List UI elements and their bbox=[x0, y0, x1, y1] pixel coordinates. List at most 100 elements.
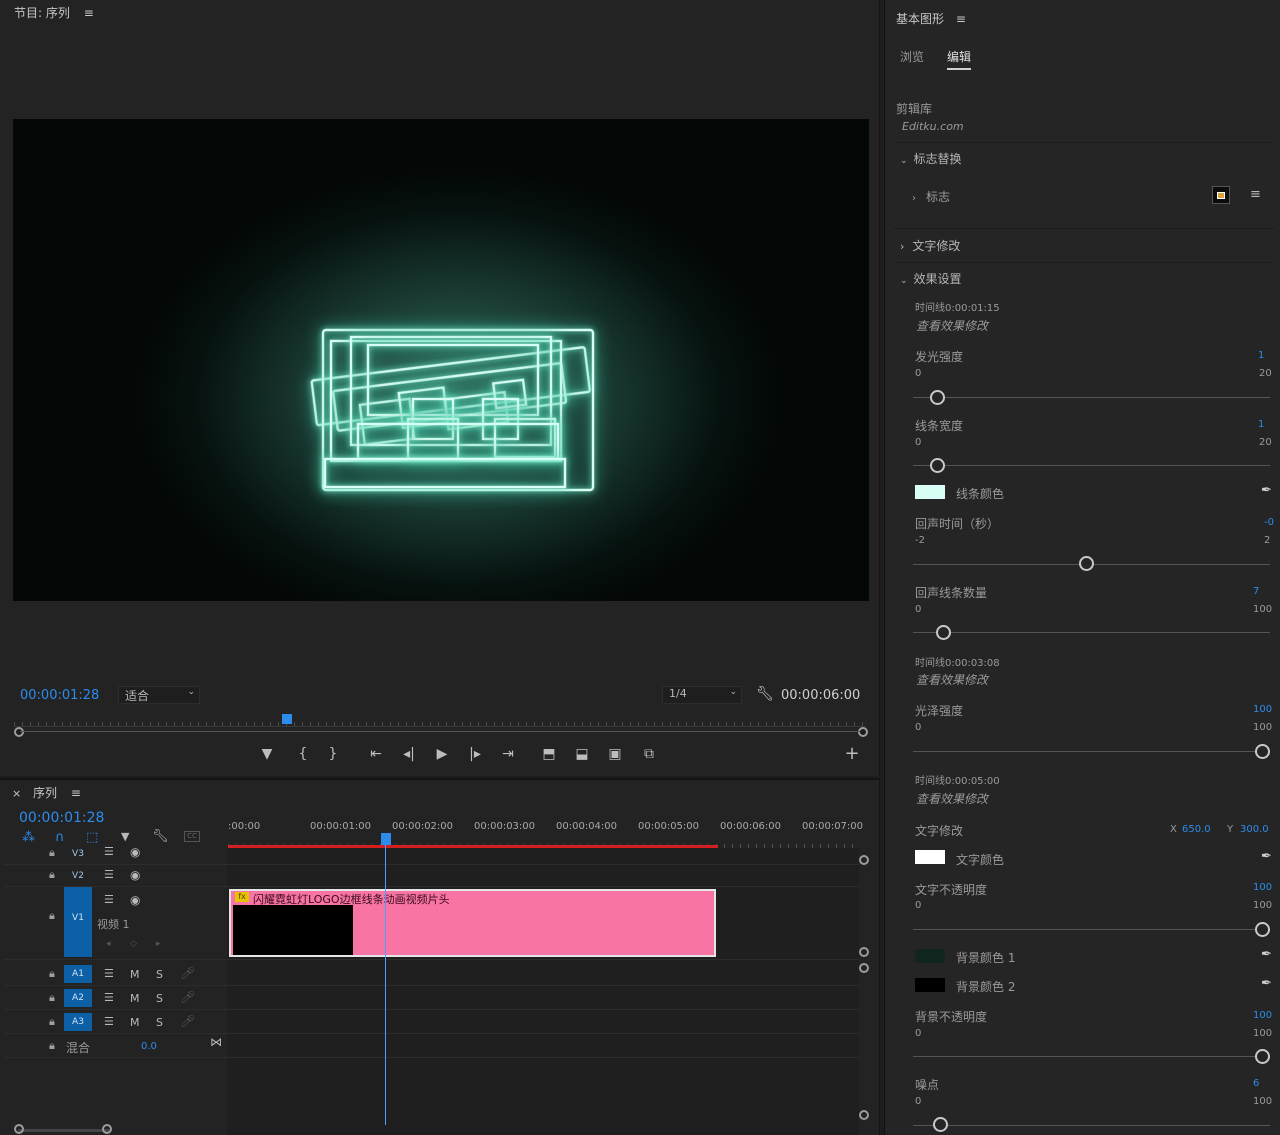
mute-button[interactable]: M bbox=[130, 1016, 140, 1029]
step-forward-icon[interactable]: |▸ bbox=[464, 746, 486, 762]
microphone-icon[interactable]: 🎤︎ bbox=[180, 990, 195, 1004]
lock-icon[interactable]: 🔒︎ bbox=[49, 868, 55, 882]
zoom-handle-left[interactable] bbox=[14, 727, 24, 737]
program-scrubber[interactable] bbox=[14, 713, 866, 727]
bg-opacity-value[interactable]: 100 bbox=[1253, 1010, 1272, 1021]
video-scroll-handle-bottom[interactable] bbox=[859, 947, 869, 957]
film-sync-icon[interactable]: ☰ bbox=[104, 967, 114, 980]
snap-magnet-icon[interactable]: ∩ bbox=[55, 830, 65, 845]
bg-color-2-swatch[interactable] bbox=[915, 978, 945, 992]
current-timecode[interactable]: 00:00:01:28 bbox=[20, 688, 99, 703]
resolution-dropdown[interactable]: 1/4 ⌄ bbox=[662, 686, 742, 704]
tab-edit[interactable]: 编辑 bbox=[947, 48, 972, 70]
go-to-out-icon[interactable]: ⇥ bbox=[497, 746, 519, 762]
text-color-swatch[interactable] bbox=[915, 850, 945, 864]
solo-button[interactable]: S bbox=[156, 992, 163, 1005]
track-tag-v3[interactable]: V3 bbox=[64, 849, 92, 859]
prev-keyframe-icon[interactable]: ◂ bbox=[106, 939, 111, 949]
mute-button[interactable]: M bbox=[130, 992, 140, 1005]
film-sync-icon[interactable]: ☰ bbox=[104, 991, 114, 1004]
line-color-swatch[interactable] bbox=[915, 485, 945, 499]
mark-out-icon[interactable]: } bbox=[322, 746, 344, 762]
export-frame-camera-icon[interactable]: ▣ bbox=[604, 746, 626, 762]
mix-panel-icon[interactable]: ⋈ bbox=[210, 1035, 222, 1049]
track-tag-v1[interactable]: V1 bbox=[64, 887, 92, 957]
line-width-slider-knob[interactable] bbox=[930, 458, 945, 473]
line-width-value[interactable]: 1 bbox=[1258, 419, 1264, 430]
mark-in-icon[interactable]: { bbox=[292, 746, 314, 762]
film-sync-icon[interactable]: ☰ bbox=[104, 868, 114, 881]
section-text-edit[interactable]: › 文字修改 bbox=[900, 237, 960, 254]
go-to-in-icon[interactable]: ⇤ bbox=[365, 746, 387, 762]
text-opacity-slider-track[interactable] bbox=[913, 929, 1270, 930]
settings-wrench-icon[interactable]: 🔧︎ bbox=[756, 686, 774, 702]
eye-icon[interactable]: ◉ bbox=[130, 893, 140, 907]
add-keyframe-icon[interactable]: ◇ bbox=[130, 939, 137, 949]
audio-scroll-handle-top[interactable] bbox=[859, 963, 869, 973]
echo-time-value[interactable]: -0 bbox=[1264, 517, 1274, 528]
noise-slider-knob[interactable] bbox=[933, 1117, 948, 1132]
microphone-icon[interactable]: 🎤︎ bbox=[180, 966, 195, 980]
noise-value[interactable]: 6 bbox=[1253, 1078, 1259, 1089]
h-scroll-handle-right[interactable] bbox=[102, 1124, 112, 1134]
timeline-timecode[interactable]: 00:00:01:28 bbox=[19, 810, 104, 826]
echo-count-value[interactable]: 7 bbox=[1253, 586, 1259, 597]
play-icon[interactable]: ▶ bbox=[431, 746, 453, 762]
eyedropper-icon[interactable]: ✒︎ bbox=[1261, 947, 1272, 962]
track-tag-a2[interactable]: A2 bbox=[64, 989, 92, 1007]
panel-menu-icon[interactable]: ≡ bbox=[84, 6, 94, 20]
lock-icon[interactable]: 🔒︎ bbox=[49, 1039, 55, 1053]
text-opacity-value[interactable]: 100 bbox=[1253, 882, 1272, 893]
timeline-horizontal-scrollbar[interactable] bbox=[18, 1129, 110, 1132]
extract-icon[interactable]: ⬓ bbox=[571, 746, 593, 762]
lock-icon[interactable]: 🔒︎ bbox=[49, 909, 55, 923]
video-preview[interactable] bbox=[13, 119, 869, 601]
film-sync-icon[interactable]: ☰ bbox=[104, 845, 114, 858]
gloss-slider-track[interactable] bbox=[913, 751, 1270, 752]
eyedropper-icon[interactable]: ✒︎ bbox=[1261, 976, 1272, 991]
eg-panel-title[interactable]: 基本图形 ≡ bbox=[896, 10, 966, 27]
video-scroll-handle-top[interactable] bbox=[859, 855, 869, 865]
zoom-scrollbar[interactable] bbox=[20, 731, 860, 732]
logo-row[interactable]: › 标志 bbox=[912, 188, 950, 205]
position-y-value[interactable]: 300.0 bbox=[1240, 824, 1269, 835]
bg-opacity-slider-knob[interactable] bbox=[1255, 1049, 1270, 1064]
add-marker-icon[interactable]: ▼ bbox=[256, 746, 278, 762]
timeline-settings-wrench-icon[interactable]: 🔧︎ bbox=[152, 829, 169, 844]
eyedropper-icon[interactable]: ✒︎ bbox=[1261, 849, 1272, 864]
button-editor-plus-icon[interactable]: + bbox=[841, 743, 863, 764]
lock-icon[interactable]: 🔒︎ bbox=[49, 1015, 55, 1029]
next-keyframe-icon[interactable]: ▸ bbox=[156, 939, 161, 949]
audio-scroll-handle-bottom[interactable] bbox=[859, 1110, 869, 1120]
microphone-icon[interactable]: 🎤︎ bbox=[180, 1014, 195, 1028]
linked-selection-icon[interactable]: ⬚ bbox=[86, 830, 98, 845]
lock-icon[interactable]: 🔒︎ bbox=[49, 991, 55, 1005]
lock-icon[interactable]: 🔒︎ bbox=[49, 967, 55, 981]
track-tag-v2[interactable]: V2 bbox=[64, 871, 92, 881]
section-logo-replace[interactable]: ⌄ 标志替换 bbox=[900, 150, 962, 167]
eye-icon[interactable]: ◉ bbox=[130, 845, 140, 859]
noise-slider-track[interactable] bbox=[913, 1125, 1270, 1126]
section-effect-settings[interactable]: ⌄ 效果设置 bbox=[900, 270, 962, 287]
line-width-slider-track[interactable] bbox=[913, 465, 1270, 466]
sequence-tab[interactable]: × 序列 ≡ bbox=[12, 784, 81, 801]
add-marker-icon[interactable]: ▼ bbox=[121, 830, 129, 843]
program-panel-title[interactable]: 节目: 序列 ≡ bbox=[14, 4, 94, 21]
lock-icon[interactable]: 🔒︎ bbox=[49, 846, 55, 860]
compare-view-icon[interactable]: ⧉ bbox=[638, 746, 660, 762]
film-sync-icon[interactable]: ☰ bbox=[104, 893, 114, 906]
solo-button[interactable]: S bbox=[156, 968, 163, 981]
mute-button[interactable]: M bbox=[130, 968, 140, 981]
eyedropper-icon[interactable]: ✒︎ bbox=[1261, 483, 1272, 498]
gloss-value[interactable]: 100 bbox=[1253, 704, 1272, 715]
captions-icon[interactable]: CC bbox=[184, 831, 200, 842]
glow-slider-knob[interactable] bbox=[930, 390, 945, 405]
lift-icon[interactable]: ⬒ bbox=[538, 746, 560, 762]
glow-slider-track[interactable] bbox=[913, 397, 1270, 398]
solo-button[interactable]: S bbox=[156, 1016, 163, 1029]
glow-value[interactable]: 1 bbox=[1258, 350, 1264, 361]
position-x-value[interactable]: 650.0 bbox=[1182, 824, 1211, 835]
track-tag-a3[interactable]: A3 bbox=[64, 1013, 92, 1031]
panel-menu-icon[interactable]: ≡ bbox=[71, 786, 81, 800]
timeline-playhead[interactable] bbox=[381, 833, 391, 845]
